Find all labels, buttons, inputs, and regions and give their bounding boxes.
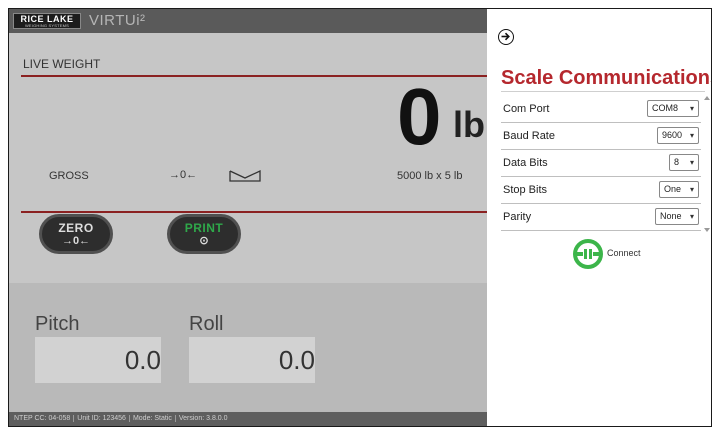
print-button[interactable]: PRINT ⊙ — [167, 214, 241, 254]
weight-value: 0 — [397, 72, 442, 161]
title-divider — [501, 91, 705, 92]
print-icon: ⊙ — [199, 235, 209, 247]
main-app-area: RICE LAKE WEIGHING SYSTEMS VIRTUi² LIVE … — [9, 9, 487, 426]
print-button-label: PRINT — [184, 221, 224, 235]
version: Version: 3.8.0.0 — [178, 415, 228, 422]
pitch-value: 0.0 — [35, 337, 161, 383]
stop-bits-label: Stop Bits — [503, 184, 548, 196]
settings-scrollbar[interactable] — [704, 96, 710, 232]
stop-bits-select[interactable]: One — [659, 181, 699, 198]
settings-list: Com Port COM8 Baud Rate 9600 Data Bits 8… — [501, 96, 701, 231]
zero-icon: →0← — [61, 235, 91, 247]
unit-id: Unit ID: 123456 — [74, 415, 130, 422]
weight-unit: lb — [453, 104, 485, 145]
data-bits-label: Data Bits — [503, 157, 548, 169]
zero-button-label: ZERO — [58, 221, 94, 235]
baud-rate-label: Baud Rate — [503, 130, 555, 142]
scroll-up-arrow[interactable] — [704, 96, 710, 100]
setting-row-baud-rate: Baud Rate 9600 — [501, 123, 701, 150]
product-name: VIRTUi² — [89, 12, 146, 29]
center-of-zero-indicator: →0← — [169, 169, 198, 181]
roll-value: 0.0 — [189, 337, 315, 383]
com-port-label: Com Port — [503, 103, 550, 115]
mode-status: Mode: Static — [129, 415, 176, 422]
tilt-panel: Pitch Roll 0.0 0.0 — [9, 283, 487, 413]
capacity-label: 5000 lb x 5 lb — [397, 170, 463, 182]
divider-bottom — [21, 211, 487, 213]
live-weight-label: LIVE WEIGHT — [23, 57, 101, 71]
gross-mode-label: GROSS — [49, 170, 89, 182]
connect-plug-icon — [573, 239, 603, 274]
brand-logo: RICE LAKE WEIGHING SYSTEMS — [13, 13, 81, 29]
connect-button[interactable]: Connect — [573, 239, 673, 269]
scale-communications-panel: Scale Communications Com Port COM8 Baud … — [487, 9, 712, 426]
scroll-down-arrow[interactable] — [704, 228, 710, 232]
status-bar: NTEP CC: 04-058 Unit ID: 123456 Mode: Stat… — [9, 412, 487, 426]
setting-row-data-bits: Data Bits 8 — [501, 150, 701, 177]
app-window: RICE LAKE WEIGHING SYSTEMS VIRTUi² LIVE … — [8, 8, 712, 427]
logo-subtext: WEIGHING SYSTEMS — [24, 23, 70, 28]
panel-title: Scale Communications — [501, 67, 712, 89]
data-bits-select[interactable]: 8 — [669, 154, 699, 171]
parity-label: Parity — [503, 211, 532, 223]
com-port-select[interactable]: COM8 — [647, 100, 699, 117]
pitch-label: Pitch — [35, 313, 80, 335]
setting-row-parity: Parity None — [501, 204, 701, 231]
connect-label: Connect — [607, 248, 641, 258]
parity-select[interactable]: None — [655, 208, 699, 225]
baud-rate-select[interactable]: 9600 — [657, 127, 699, 144]
ntep-cc: NTEP CC: 04-058 — [11, 415, 75, 422]
top-bar: RICE LAKE WEIGHING SYSTEMS VIRTUi² — [9, 9, 487, 33]
setting-row-stop-bits: Stop Bits One — [501, 177, 701, 204]
roll-label: Roll — [189, 313, 224, 335]
back-arrow-icon[interactable] — [498, 29, 514, 45]
zero-button[interactable]: ZERO →0← — [39, 214, 113, 254]
motion-indicator-icon — [229, 169, 261, 188]
setting-row-com-port: Com Port COM8 — [501, 96, 701, 123]
